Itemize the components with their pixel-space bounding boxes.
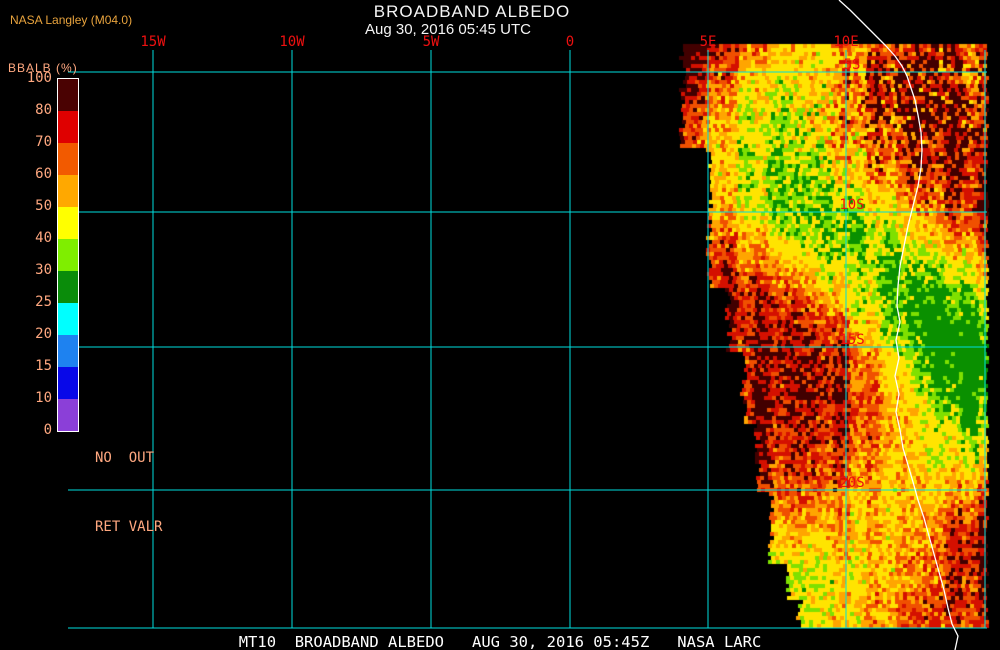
timestamp-subtitle: Aug 30, 2016 05:45 UTC: [0, 21, 896, 38]
coastline-border-line: [839, 0, 958, 650]
status-bar-text: MT10 BROADBAND ALBEDO AUG 30, 2016 05:45…: [239, 633, 762, 650]
latitude-label: 10S: [839, 197, 864, 213]
colorbar-tick-label: 40: [0, 231, 52, 245]
colorbar-tick-label: 0: [0, 423, 52, 437]
flag-line-1: NO OUT: [95, 447, 162, 470]
colorbar-tick-label: 15: [0, 359, 52, 373]
colorbar-segment: [58, 239, 78, 271]
colorbar-segment: [58, 303, 78, 335]
colorbar-tick-label: 70: [0, 135, 52, 149]
colorbar-segment: [58, 207, 78, 239]
latitude-label: 20S: [839, 475, 864, 491]
colorbar-tick-label: 10: [0, 391, 52, 405]
colorbar-segment: [58, 367, 78, 399]
colorbar-tick-label: 60: [0, 167, 52, 181]
colorbar-tick-label: 20: [0, 327, 52, 341]
latitude-label: 5S: [844, 57, 861, 73]
colorbar-tick-label: 30: [0, 263, 52, 277]
flag-line-2: RET VALR: [95, 516, 162, 539]
colorbar-tick-label: 80: [0, 103, 52, 117]
albedo-viewer-screen: 15W10W5W05E10E5S10S15S20S NASA Langley (…: [0, 0, 1000, 650]
colorbar-segment: [58, 79, 78, 111]
colorbar-segment: [58, 399, 78, 431]
colorbar-tick-label: 50: [0, 199, 52, 213]
colorbar: [57, 78, 79, 432]
colorbar-tick-label: 100: [0, 71, 52, 85]
colorbar-segment: [58, 271, 78, 303]
colorbar-segment: [58, 175, 78, 207]
colorbar-tick-label: 25: [0, 295, 52, 309]
colorbar-segment: [58, 335, 78, 367]
page-title: BROADBAND ALBEDO: [0, 2, 944, 22]
latitude-label: 15S: [839, 332, 864, 348]
status-bar: MT10 BROADBAND ALBEDO AUG 30, 2016 05:45…: [0, 633, 1000, 650]
colorbar-segment: [58, 143, 78, 175]
no-retrieval-flag-label: NO OUT RET VALR: [95, 401, 162, 585]
colorbar-segment: [58, 111, 78, 143]
